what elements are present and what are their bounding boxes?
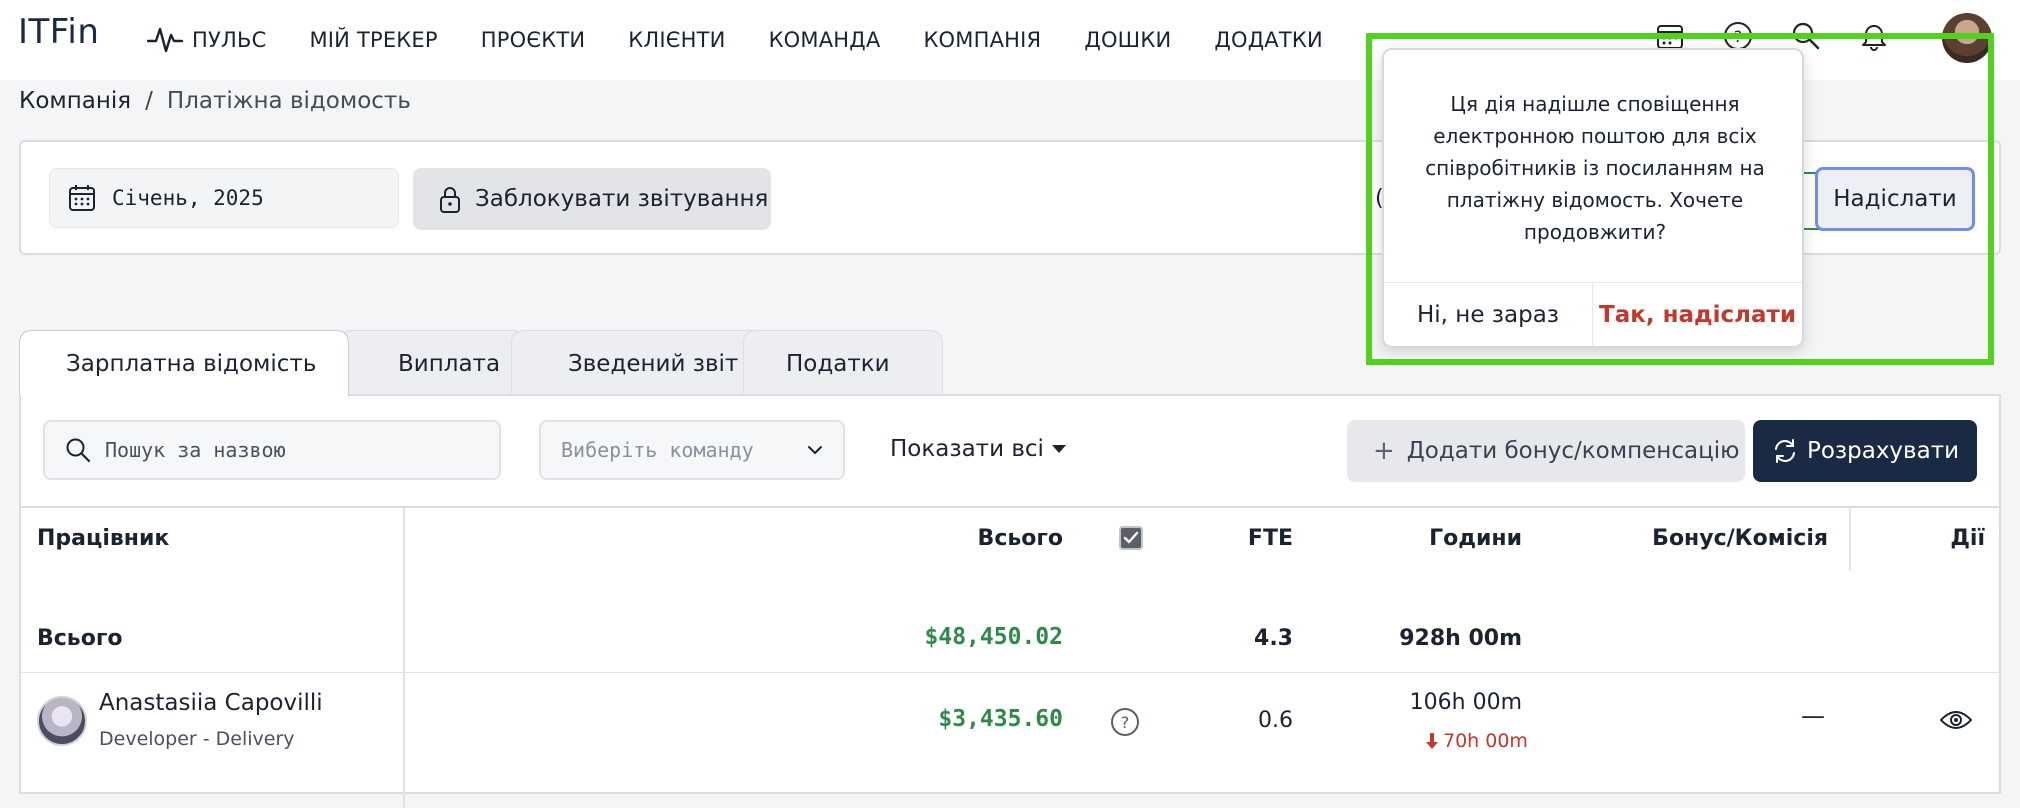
column-header-hours[interactable]: Години — [1429, 526, 1522, 551]
nav-item-label: КОМАНДА — [768, 28, 881, 52]
tab-payout[interactable]: Виплата — [339, 330, 525, 396]
plus-icon: + — [1373, 436, 1395, 466]
nav-item-company[interactable]: КОМПАНІЯ — [923, 28, 1041, 52]
employee-bonus: — — [1801, 702, 1825, 730]
breadcrumb: Компанія / Платіжна відомость — [19, 88, 411, 114]
cancel-button[interactable]: Ні, не зараз — [1384, 283, 1593, 346]
main-nav: ПУЛЬС МІЙ ТРЕКЕР ПРОЄКТИ КЛІЄНТИ КОМАНДА… — [146, 0, 1366, 80]
calculate-label: Розрахувати — [1806, 438, 1960, 464]
table-top-border — [21, 506, 1999, 508]
nav-item-addons[interactable]: ДОДАТКИ — [1214, 28, 1323, 52]
month-value: Січень, 2025 — [112, 186, 264, 210]
search-input[interactable]: Пошук за назвою — [43, 420, 501, 480]
nav-item-label: ДОШКИ — [1084, 28, 1172, 52]
popover-actions: Ні, не зараз Так, надіслати — [1384, 282, 1802, 346]
nav-item-label: КЛІЄНТИ — [628, 28, 726, 52]
lock-icon — [440, 187, 460, 213]
arrow-down-icon — [1426, 733, 1438, 749]
send-confirm-popover: Ця дія надішле сповіщення електронною по… — [1382, 48, 1804, 348]
hours-difference: 70h 00m — [1425, 730, 1528, 752]
tab-label: Податки — [786, 350, 890, 377]
show-all-label: Показати всі — [890, 436, 1044, 462]
caret-down-icon — [1051, 445, 1066, 453]
breadcrumb-separator: / — [145, 88, 153, 114]
hours-difference-value: 70h 00m — [1443, 730, 1528, 752]
calendar-icon — [69, 185, 95, 211]
nav-item-my-tracker[interactable]: МІЙ ТРЕКЕР — [309, 28, 437, 52]
popover-message: Ця дія надішле сповіщення електронною по… — [1425, 92, 1765, 244]
add-bonus-label: Додати бонус/компенсацію — [1406, 438, 1740, 464]
add-bonus-button[interactable]: + Додати бонус/компенсацію — [1347, 420, 1745, 482]
nav-item-label: ПРОЄКТИ — [480, 28, 586, 52]
check-icon — [1123, 531, 1139, 544]
search-placeholder: Пошук за назвою — [105, 438, 286, 462]
calculate-button[interactable]: Розрахувати — [1753, 420, 1977, 482]
totals-hours: 928h 00m — [1399, 626, 1522, 651]
column-header-bonus[interactable]: Бонус/Комісія — [1652, 526, 1828, 551]
month-picker[interactable]: Січень, 2025 — [49, 168, 399, 228]
employee-name[interactable]: Anastasiia Capovilli — [99, 690, 323, 716]
column-divider — [1849, 508, 1851, 570]
column-header-actions: Дії — [1950, 526, 1985, 551]
column-divider — [403, 508, 405, 808]
tab-taxes[interactable]: Податки — [743, 330, 943, 396]
select-all-checkbox[interactable] — [1119, 526, 1143, 550]
team-select[interactable]: Виберіть команду — [539, 420, 845, 480]
tab-label: Виплата — [398, 350, 501, 377]
lock-reporting-label: Заблокувати звітування — [475, 186, 769, 212]
avatar — [37, 696, 87, 746]
nav-item-clients[interactable]: КЛІЄНТИ — [628, 28, 725, 52]
nav-item-boards[interactable]: ДОШКИ — [1084, 28, 1171, 52]
employee-hours: 106h 00m — [1409, 690, 1522, 715]
refresh-icon — [1774, 439, 1795, 463]
nav-item-label: ДОДАТКИ — [1214, 28, 1323, 52]
tab-label: Зведений звіт — [568, 350, 739, 377]
chevron-down-icon — [808, 446, 822, 454]
totals-label: Всього — [37, 626, 123, 651]
tab-label: Зарплатна відомість — [66, 350, 317, 377]
employee-amount: $3,435.60 — [938, 706, 1063, 732]
show-all-dropdown[interactable]: Показати всі — [890, 436, 1066, 462]
help-icon[interactable]: ? — [1111, 708, 1139, 736]
nav-item-pulse[interactable]: ПУЛЬС — [146, 25, 266, 55]
breadcrumb-current: Платіжна відомость — [166, 88, 411, 114]
confirm-send-button[interactable]: Так, надіслати — [1593, 283, 1802, 346]
pulse-icon — [146, 27, 184, 53]
column-header-employee[interactable]: Працівник — [37, 526, 169, 551]
nav-item-projects[interactable]: ПРОЄКТИ — [481, 28, 586, 52]
payroll-table-panel: Пошук за назвою Виберіть команду Показат… — [19, 394, 2001, 808]
eye-icon[interactable] — [1939, 708, 1973, 736]
tab-payroll[interactable]: Зарплатна відомість — [19, 330, 349, 396]
nav-item-label: МІЙ ТРЕКЕР — [309, 28, 438, 52]
team-select-placeholder: Виберіть команду — [561, 438, 754, 462]
app-logo[interactable]: ITFin — [18, 12, 99, 52]
employee-role: Developer - Delivery — [99, 728, 295, 750]
totals-fte: 4.3 — [1254, 626, 1293, 651]
row-divider — [21, 672, 1999, 673]
totals-amount: $48,450.02 — [924, 624, 1063, 650]
nav-item-label: ПУЛЬС — [192, 28, 267, 52]
nav-item-label: КОМПАНІЯ — [923, 28, 1042, 52]
nav-item-team[interactable]: КОМАНДА — [769, 28, 881, 52]
tab-summary-report[interactable]: Зведений звіт — [511, 330, 771, 396]
column-header-fte[interactable]: FTE — [1248, 526, 1293, 551]
breadcrumb-root[interactable]: Компанія — [19, 88, 131, 114]
lock-reporting-button[interactable]: Заблокувати звітування — [413, 168, 771, 230]
search-icon — [66, 438, 91, 463]
employee-fte: 0.6 — [1258, 708, 1293, 733]
column-header-total[interactable]: Всього — [978, 526, 1063, 551]
